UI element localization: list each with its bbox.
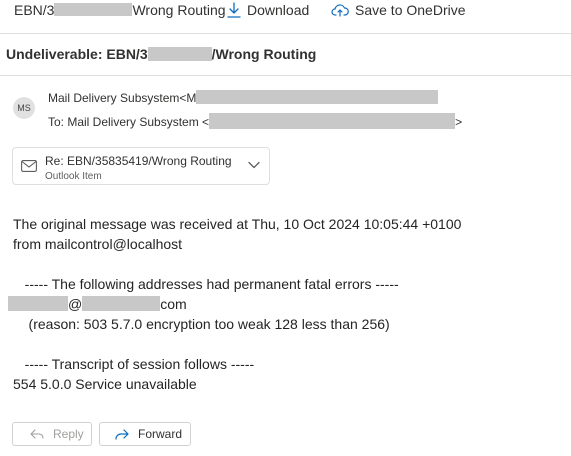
onedrive-label: Save to OneDrive	[355, 2, 466, 18]
redaction	[8, 296, 68, 312]
sender-avatar[interactable]: MS	[13, 97, 35, 119]
avatar-initials: MS	[17, 103, 31, 113]
mail-icon	[21, 160, 37, 172]
redaction	[82, 296, 161, 312]
forward-arrow-icon	[115, 429, 129, 440]
download-label: Download	[247, 2, 310, 18]
reply-arrow-icon	[30, 429, 44, 439]
reply-label: Reply	[53, 427, 84, 441]
toolbar: EBN/3 Wrong Routing Download Save to OneD…	[0, 0, 571, 26]
message-subject: Undeliverable: EBN/3/Wrong Routing	[6, 46, 316, 62]
cloud-upload-icon	[331, 4, 349, 17]
failed-address: @ com	[8, 296, 187, 312]
address-tld: com	[160, 296, 187, 312]
recipient-prefix: To: Mail Delivery Subsystem <	[48, 115, 210, 129]
attachment-card[interactable]: Re: EBN/35835419/Wrong Routing Outlook I…	[12, 147, 270, 185]
address-at: @	[68, 296, 83, 312]
divider	[0, 75, 571, 76]
body-line: ----- The following addresses had perman…	[13, 276, 399, 292]
subject-prefix: Undeliverable: EBN/3	[6, 46, 148, 62]
redaction	[196, 90, 439, 105]
redaction	[54, 3, 133, 17]
recipient-to[interactable]: To: Mail Delivery Subsystem < >	[48, 113, 463, 130]
attachment-title-suffix: Wrong Routing	[132, 2, 226, 18]
body-line: (reason: 503 5.7.0 encryption too weak 1…	[13, 316, 390, 332]
attachment-title-prefix: EBN/3	[14, 2, 55, 18]
redaction	[209, 113, 456, 130]
redaction	[147, 46, 212, 61]
attachment-title: EBN/3 Wrong Routing	[14, 2, 226, 18]
subject-suffix: /Wrong Routing	[211, 46, 317, 62]
attachment-type: Outlook Item	[45, 171, 102, 182]
forward-button[interactable]: Forward	[99, 422, 191, 446]
chevron-down-icon[interactable]	[248, 161, 260, 169]
download-button[interactable]: Download	[227, 2, 309, 18]
sender-from[interactable]: Mail Delivery Subsystem<M	[48, 90, 439, 105]
body-line: 554 5.0.0 Service unavailable	[13, 376, 197, 392]
body-line: from mailcontrol@localhost	[13, 236, 183, 252]
reply-button[interactable]: Reply	[12, 422, 92, 446]
attachment-name: Re: EBN/35835419/Wrong Routing	[45, 154, 232, 168]
download-icon	[227, 2, 241, 18]
forward-label: Forward	[138, 427, 183, 441]
recipient-suffix: >	[455, 115, 463, 129]
sender-name: Mail Delivery Subsystem<M	[48, 91, 197, 105]
body-line: ----- Transcript of session follows ----…	[13, 356, 255, 372]
body-line: The original message was received at Thu…	[13, 216, 462, 232]
save-to-onedrive-button[interactable]: Save to OneDrive	[331, 2, 466, 18]
divider	[0, 33, 571, 34]
